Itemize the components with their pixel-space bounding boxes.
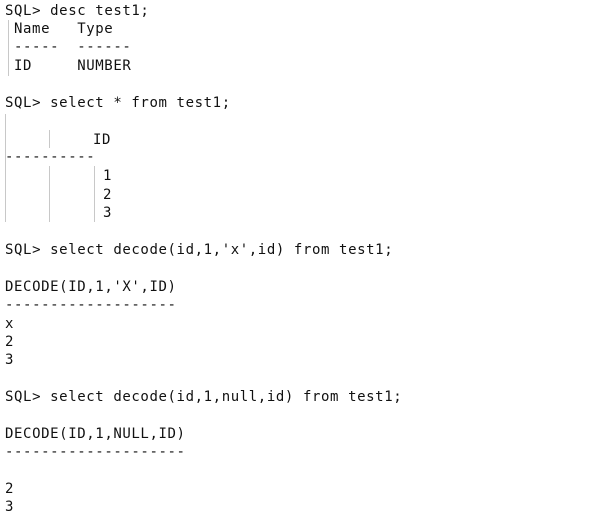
select-row: 3	[103, 205, 113, 221]
column-divider	[8, 20, 9, 76]
select-separator: ----------	[5, 149, 96, 165]
column-divider	[5, 114, 6, 222]
decode2-row: 3	[5, 499, 15, 515]
sql-console-output: SQL> desc test1; Name Type ----- ------ …	[0, 0, 614, 516]
column-divider	[49, 130, 50, 148]
sql-command-line: SQL> select * from test1;	[5, 95, 231, 111]
decode1-row: x	[5, 316, 15, 332]
select-header: ID	[93, 132, 112, 148]
decode1-separator: -------------------	[5, 297, 177, 313]
desc-row: ID NUMBER	[14, 58, 132, 74]
decode2-header: DECODE(ID,1,NULL,ID)	[5, 426, 186, 442]
select-row: 1	[103, 168, 113, 184]
desc-header: Name Type	[14, 21, 114, 37]
sql-command-line: SQL> select decode(id,1,null,id) from te…	[5, 389, 403, 405]
desc-separator: ----- ------	[14, 39, 132, 55]
sql-command-line: SQL> desc test1;	[5, 3, 150, 19]
decode1-header: DECODE(ID,1,'X',ID)	[5, 279, 177, 295]
column-divider	[49, 166, 50, 222]
decode1-row: 3	[5, 352, 15, 368]
decode2-separator: --------------------	[5, 444, 186, 460]
column-divider	[94, 166, 95, 222]
select-row: 2	[103, 187, 113, 203]
decode2-row: 2	[5, 481, 15, 497]
sql-command-line: SQL> select decode(id,1,'x',id) from tes…	[5, 242, 394, 258]
decode1-row: 2	[5, 334, 15, 350]
